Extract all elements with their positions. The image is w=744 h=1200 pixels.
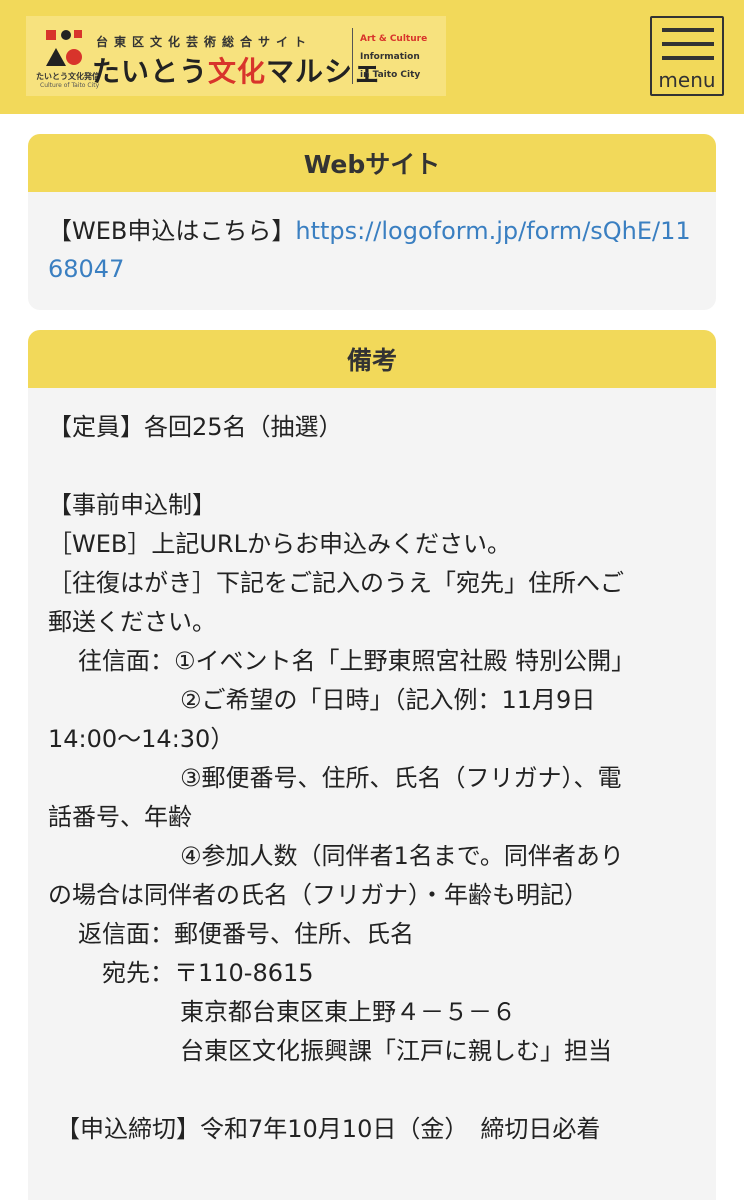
menu-button[interactable]: menu [650,16,724,96]
reply-side-item1: 往信面：①イベント名「上野東照宮社殿 特別公開」 [78,647,636,675]
logo-en-line1: Art & Culture [360,34,428,44]
web-application-text: ［WEB］上記URLからお申込みください。 [48,530,511,558]
capacity-text: 【定員】各回25名（抽選） [48,413,343,441]
site-logo[interactable]: たいとう文化発信 Culture of Taito City 台東区文化芸術総合… [26,16,446,96]
reply-side-item4: ④参加人数（同伴者1名まで。同伴者あり [180,842,624,870]
logo-en-line2: Information [360,52,420,62]
hamburger-icon-bar [662,56,714,60]
postcard-text-line2: 郵送ください。 [48,608,216,636]
logo-tagline: 台東区文化芸術総合サイト [96,35,313,49]
site-header: たいとう文化発信 Culture of Taito City 台東区文化芸術総合… [0,0,744,114]
logo-small-text: たいとう文化発信 [36,72,100,81]
notes-card-title: 備考 [28,330,716,388]
reply-side-item4-cont: の場合は同伴者の氏名（フリガナ）・年齢も明記） [48,881,588,909]
logo-english-text: Art & Culture Information in Taito City [360,30,427,84]
address-line1: 東京都台東区東上野４－５－６ [180,998,516,1026]
website-card-title: Webサイト [28,134,716,192]
reply-side-item2-cont: 14:00〜14:30） [48,725,235,753]
address-line2: 台東区文化振興課「江戸に親しむ」担当 [180,1037,612,1065]
logo-en-line3: in Taito City [360,70,421,80]
notes-card-body: 【定員】各回25名（抽選） 【事前申込制】 ［WEB］上記URLからお申込みくだ… [28,388,716,1149]
logo-title-part1: たいとう [92,55,209,88]
logo-small-text-en: Culture of Taito City [40,82,100,89]
address-label: 宛先：〒110-8615 [102,959,314,987]
website-prefix: 【WEB申込はこちら】 [48,217,296,245]
return-side-text: 返信面：郵便番号、住所、氏名 [78,920,414,948]
logo-title-accent: 文化 [208,55,267,88]
reply-side-item3-cont: 話番号、年齢 [48,803,192,831]
logo-shapes-icon [46,30,82,66]
website-card: Webサイト 【WEB申込はこちら】https://logoform.jp/fo… [28,134,716,310]
logo-title: たいとう文化マルシェ [92,50,382,90]
hamburger-icon-bar [662,28,714,32]
hamburger-icon-bar [662,42,714,46]
reply-side-item2: ②ご希望の「日時」（記入例：11月9日 [180,686,596,714]
postcard-text-line1: ［往復はがき］下記をご記入のうえ「宛先」住所へご [48,569,624,597]
reservation-heading: 【事前申込制】 [48,491,216,519]
logo-divider [352,28,353,84]
notes-card: 備考 【定員】各回25名（抽選） 【事前申込制】 ［WEB］上記URLからお申込… [28,330,716,1200]
reply-side-item3: ③郵便番号、住所、氏名（フリガナ）、電 [180,764,622,792]
deadline-text: 【申込締切】令和7年10月10日（金） 締切日必着 [56,1115,601,1143]
website-card-body: 【WEB申込はこちら】https://logoform.jp/form/sQhE… [28,192,716,288]
menu-label: menu [658,68,716,92]
